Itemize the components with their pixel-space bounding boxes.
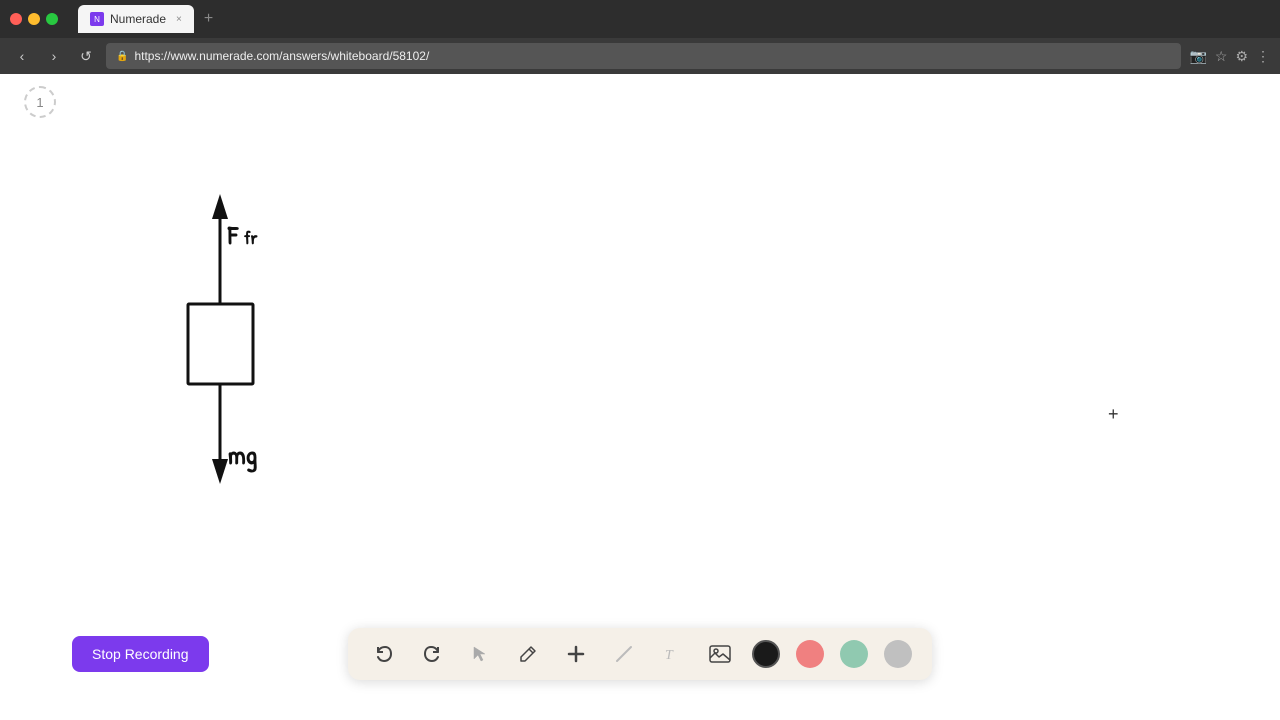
back-button[interactable]: ‹ xyxy=(10,44,34,68)
redo-button[interactable] xyxy=(416,638,448,670)
page-indicator: 1 xyxy=(24,86,56,118)
window-controls xyxy=(10,13,58,25)
url-text: https://www.numerade.com/answers/whitebo… xyxy=(134,49,429,63)
text-tool-button[interactable]: T xyxy=(656,638,688,670)
stop-recording-button[interactable]: Stop Recording xyxy=(72,636,209,672)
color-black[interactable] xyxy=(752,640,780,668)
cursor-crosshair: + xyxy=(1108,404,1119,425)
tab-bar: N Numerade × + xyxy=(78,5,219,33)
tab-close-button[interactable]: × xyxy=(176,14,182,25)
new-tab-button[interactable]: + xyxy=(198,10,219,28)
svg-text:T: T xyxy=(665,648,674,663)
whiteboard-drawing: F fr mg xyxy=(140,184,360,504)
svg-text:F: F xyxy=(227,218,239,253)
close-window-button[interactable] xyxy=(10,13,22,25)
lock-icon: 🔒 xyxy=(116,51,128,62)
maximize-window-button[interactable] xyxy=(46,13,58,25)
tab-title: Numerade xyxy=(110,12,166,26)
bookmark-icon[interactable]: ☆ xyxy=(1215,48,1228,65)
menu-icon[interactable]: ⋮ xyxy=(1256,48,1270,65)
undo-button[interactable] xyxy=(368,638,400,670)
address-bar-row: ‹ › ↺ 🔒 https://www.numerade.com/answers… xyxy=(0,38,1280,74)
toolbar: T xyxy=(348,628,932,680)
extensions-icon[interactable]: ⚙ xyxy=(1235,48,1248,65)
eraser-tool-button[interactable] xyxy=(608,638,640,670)
svg-text:mg: mg xyxy=(228,438,258,473)
tab-favicon: N xyxy=(90,12,104,26)
whiteboard-canvas[interactable]: 1 + F fr mg Stop Recording xyxy=(0,74,1280,720)
color-pink[interactable] xyxy=(796,640,824,668)
color-mint[interactable] xyxy=(840,640,868,668)
minimize-window-button[interactable] xyxy=(28,13,40,25)
select-tool-button[interactable] xyxy=(464,638,496,670)
svg-text:fr: fr xyxy=(244,225,257,250)
refresh-button[interactable]: ↺ xyxy=(74,44,98,68)
cast-icon[interactable]: 📷 xyxy=(1189,48,1206,65)
active-tab[interactable]: N Numerade × xyxy=(78,5,194,33)
browser-icons: 📷 ☆ ⚙ ⋮ xyxy=(1189,48,1270,65)
add-shape-button[interactable] xyxy=(560,638,592,670)
pen-tool-button[interactable] xyxy=(512,638,544,670)
address-bar[interactable]: 🔒 https://www.numerade.com/answers/white… xyxy=(106,43,1181,69)
color-gray[interactable] xyxy=(884,640,912,668)
title-bar: N Numerade × + xyxy=(0,0,1280,38)
forward-button[interactable]: › xyxy=(42,44,66,68)
browser-window: N Numerade × + ‹ › ↺ 🔒 https://www.numer… xyxy=(0,0,1280,720)
image-tool-button[interactable] xyxy=(704,638,736,670)
